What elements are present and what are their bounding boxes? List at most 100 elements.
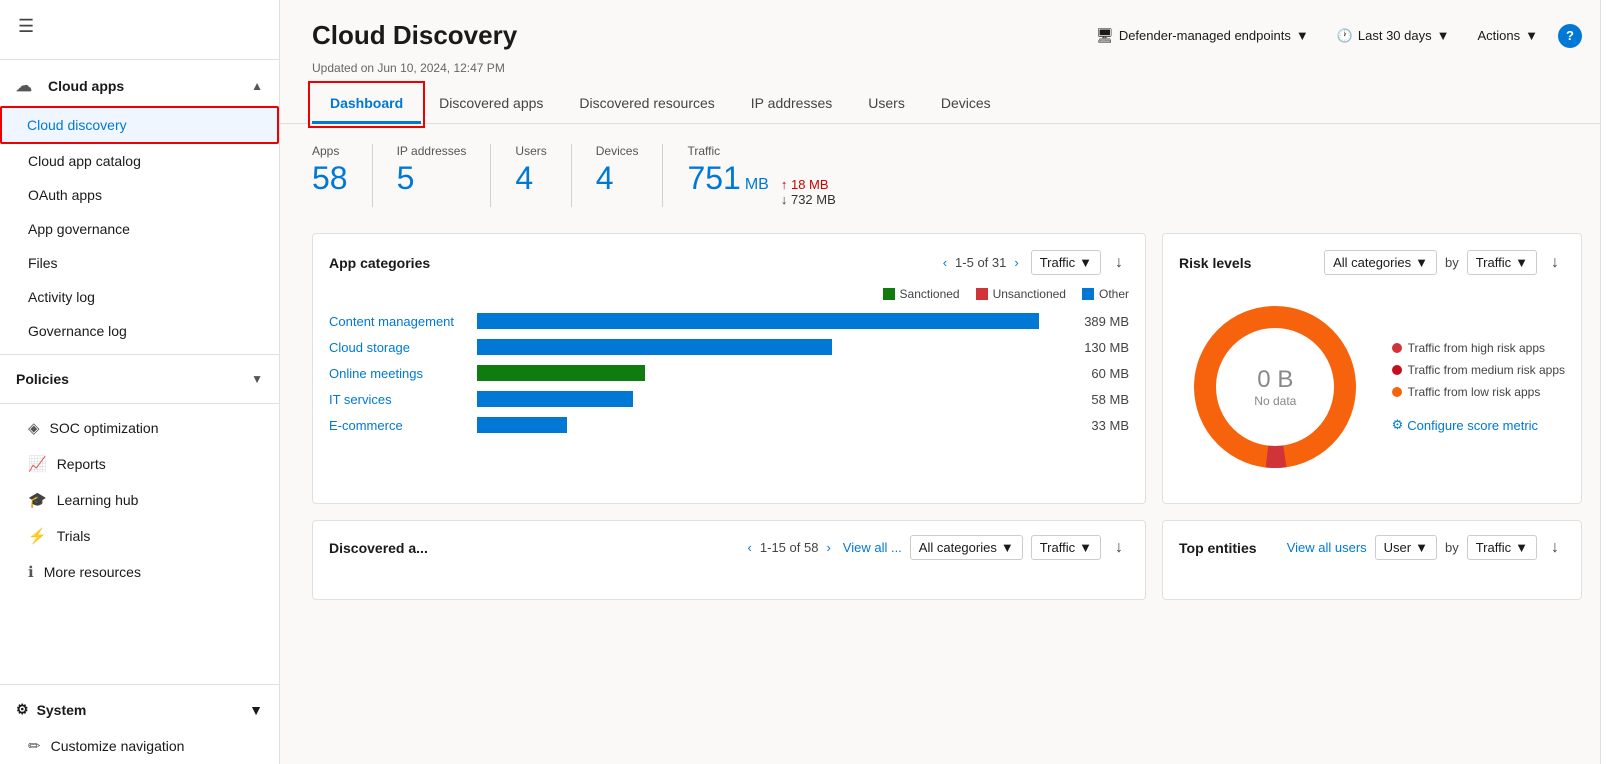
content-area: App categories ‹ 1-5 of 31 › Traffic ▼ ↓ (280, 217, 1614, 520)
tab-devices[interactable]: Devices (923, 85, 1009, 124)
apps-label: Apps (312, 144, 348, 158)
bar-label-online-meetings[interactable]: Online meetings (329, 366, 469, 381)
traffic-label: Traffic (687, 144, 835, 158)
bar-segment-ecommerce (477, 417, 567, 433)
view-all-users-link[interactable]: View all users (1287, 540, 1367, 555)
risk-categories-dropdown[interactable]: All categories ▼ (1324, 250, 1437, 275)
risk-levels-title: Risk levels (1179, 255, 1251, 271)
sidebar-item-customize-navigation[interactable]: ✏ Customize navigation (0, 728, 279, 764)
bar-label-cloud-storage[interactable]: Cloud storage (329, 340, 469, 355)
bar-cloud-storage: Cloud storage 130 MB (329, 339, 1129, 355)
da-traffic-chevron: ▼ (1079, 540, 1092, 555)
sidebar-item-trials-label: Trials (57, 528, 91, 544)
next-page-btn[interactable]: › (1010, 253, 1022, 272)
bar-label-content-management[interactable]: Content management (329, 314, 469, 329)
da-categories-chevron: ▼ (1001, 540, 1014, 555)
da-prev-btn[interactable]: ‹ (744, 538, 756, 557)
stat-ip-addresses: IP addresses 5 (397, 144, 492, 207)
devices-value: 4 (596, 162, 639, 194)
devices-label: Devices (596, 144, 639, 158)
da-categories-dropdown[interactable]: All categories ▼ (910, 535, 1023, 560)
gear-icon: ⚙ (1392, 417, 1404, 433)
sidebar-section-cloud-apps[interactable]: ☁ Cloud apps ▲ (0, 66, 279, 106)
apps-value: 58 (312, 162, 348, 194)
other-label: Other (1099, 287, 1129, 301)
system-icon: ⚙ (16, 701, 29, 718)
user-dropdown[interactable]: User ▼ (1375, 535, 1437, 560)
tab-discovered-resources[interactable]: Discovered resources (561, 85, 732, 124)
sidebar-section-policies[interactable]: Policies ▼ (0, 361, 279, 397)
user-label: User (1384, 540, 1411, 555)
risk-download-button[interactable]: ↓ (1545, 252, 1565, 274)
endpoint-selector[interactable]: 🖥 Defender-managed endpoints ▼ (1088, 23, 1317, 48)
sidebar-section-system[interactable]: ⚙ System ▼ (0, 691, 279, 728)
bar-label-ecommerce[interactable]: E-commerce (329, 418, 469, 433)
sidebar-item-soc-optimization[interactable]: ◈ SOC optimization (0, 410, 279, 446)
timerange-selector[interactable]: 🕐 Last 30 days ▼ (1329, 24, 1458, 48)
bar-container-it-services (477, 391, 1075, 407)
sidebar-item-cloud-app-catalog[interactable]: Cloud app catalog (0, 144, 279, 178)
sidebar-item-cloud-discovery-label: Cloud discovery (27, 117, 127, 133)
te-download-button[interactable]: ↓ (1545, 537, 1565, 559)
sidebar-item-oauth-apps[interactable]: OAuth apps (0, 178, 279, 212)
actions-button[interactable]: Actions ▼ (1469, 24, 1546, 47)
da-download-button[interactable]: ↓ (1109, 537, 1129, 559)
discovered-apps-header: Discovered a... ‹ 1-15 of 58 › View all … (329, 535, 1129, 560)
user-chevron: ▼ (1415, 540, 1428, 555)
hamburger-icon[interactable]: ☰ (0, 0, 279, 53)
traffic-filter-dropdown[interactable]: Traffic ▼ (1031, 250, 1101, 275)
other-dot (1082, 288, 1094, 300)
bar-container-cloud-storage (477, 339, 1068, 355)
tab-discovered-apps[interactable]: Discovered apps (421, 85, 561, 124)
risk-traffic-chevron: ▼ (1515, 255, 1528, 270)
risk-traffic-dropdown[interactable]: Traffic ▼ (1467, 250, 1537, 275)
tab-bar: Dashboard Discovered apps Discovered res… (280, 85, 1614, 124)
bar-segment-cloud-storage (477, 339, 832, 355)
download-button[interactable]: ↓ (1109, 252, 1129, 274)
timerange-chevron: ▼ (1437, 28, 1450, 43)
medium-risk-label: Traffic from medium risk apps (1408, 363, 1565, 377)
sidebar-item-cloud-discovery[interactable]: Cloud discovery (0, 106, 279, 144)
sidebar-item-app-governance[interactable]: App governance (0, 212, 279, 246)
cloud-icon: ☁ (16, 76, 32, 96)
page-info: 1-5 of 31 (955, 255, 1006, 270)
configure-score-metric[interactable]: ⚙ Configure score metric (1392, 417, 1565, 433)
te-traffic-dropdown[interactable]: Traffic ▼ (1467, 535, 1537, 560)
sidebar-item-activity-log-label: Activity log (28, 289, 95, 305)
prev-page-btn[interactable]: ‹ (939, 253, 951, 272)
sidebar-item-learning-hub[interactable]: 🎓 Learning hub (0, 482, 279, 518)
sidebar-item-activity-log[interactable]: Activity log (0, 280, 279, 314)
tab-users[interactable]: Users (850, 85, 923, 124)
sidebar-item-governance-log[interactable]: Governance log (0, 314, 279, 348)
endpoint-label: Defender-managed endpoints (1119, 28, 1291, 43)
app-categories-card: App categories ‹ 1-5 of 31 › Traffic ▼ ↓ (312, 233, 1146, 504)
more-resources-icon: ℹ (28, 563, 34, 581)
legend-medium-risk: Traffic from medium risk apps (1392, 363, 1565, 377)
legend-high-risk: Traffic from high risk apps (1392, 341, 1565, 355)
sidebar-item-more-resources[interactable]: ℹ More resources (0, 554, 279, 590)
bar-label-it-services[interactable]: IT services (329, 392, 469, 407)
tab-dashboard[interactable]: Dashboard (312, 85, 421, 124)
sidebar-item-reports[interactable]: 📈 Reports (0, 446, 279, 482)
help-button[interactable]: ? (1558, 24, 1582, 48)
sanctioned-dot (883, 288, 895, 300)
da-traffic-dropdown[interactable]: Traffic ▼ (1031, 535, 1101, 560)
sidebar-item-more-resources-label: More resources (44, 564, 141, 580)
page-header: Cloud Discovery 🖥 Defender-managed endpo… (280, 0, 1614, 61)
sidebar-item-files-label: Files (28, 255, 58, 271)
app-categories-pagination: ‹ 1-5 of 31 › (939, 253, 1023, 272)
da-next-btn[interactable]: › (822, 538, 834, 557)
tab-ip-addresses[interactable]: IP addresses (733, 85, 850, 124)
bar-value-it-services: 58 MB (1091, 392, 1129, 407)
sidebar-item-trials[interactable]: ⚡ Trials (0, 518, 279, 554)
legend-low-risk: Traffic from low risk apps (1392, 385, 1565, 399)
ip-label: IP addresses (397, 144, 467, 158)
sidebar-item-soc-label: SOC optimization (50, 420, 159, 436)
sidebar-item-learning-hub-label: Learning hub (57, 492, 139, 508)
stats-row: Apps 58 IP addresses 5 Users 4 Devices 4… (280, 124, 1614, 217)
donut-legend: Traffic from high risk apps Traffic from… (1392, 341, 1565, 433)
sidebar-item-files[interactable]: Files (0, 246, 279, 280)
da-view-all-link[interactable]: View all ... (843, 540, 902, 555)
low-risk-dot (1392, 387, 1402, 397)
legend-sanctioned: Sanctioned (883, 287, 960, 301)
